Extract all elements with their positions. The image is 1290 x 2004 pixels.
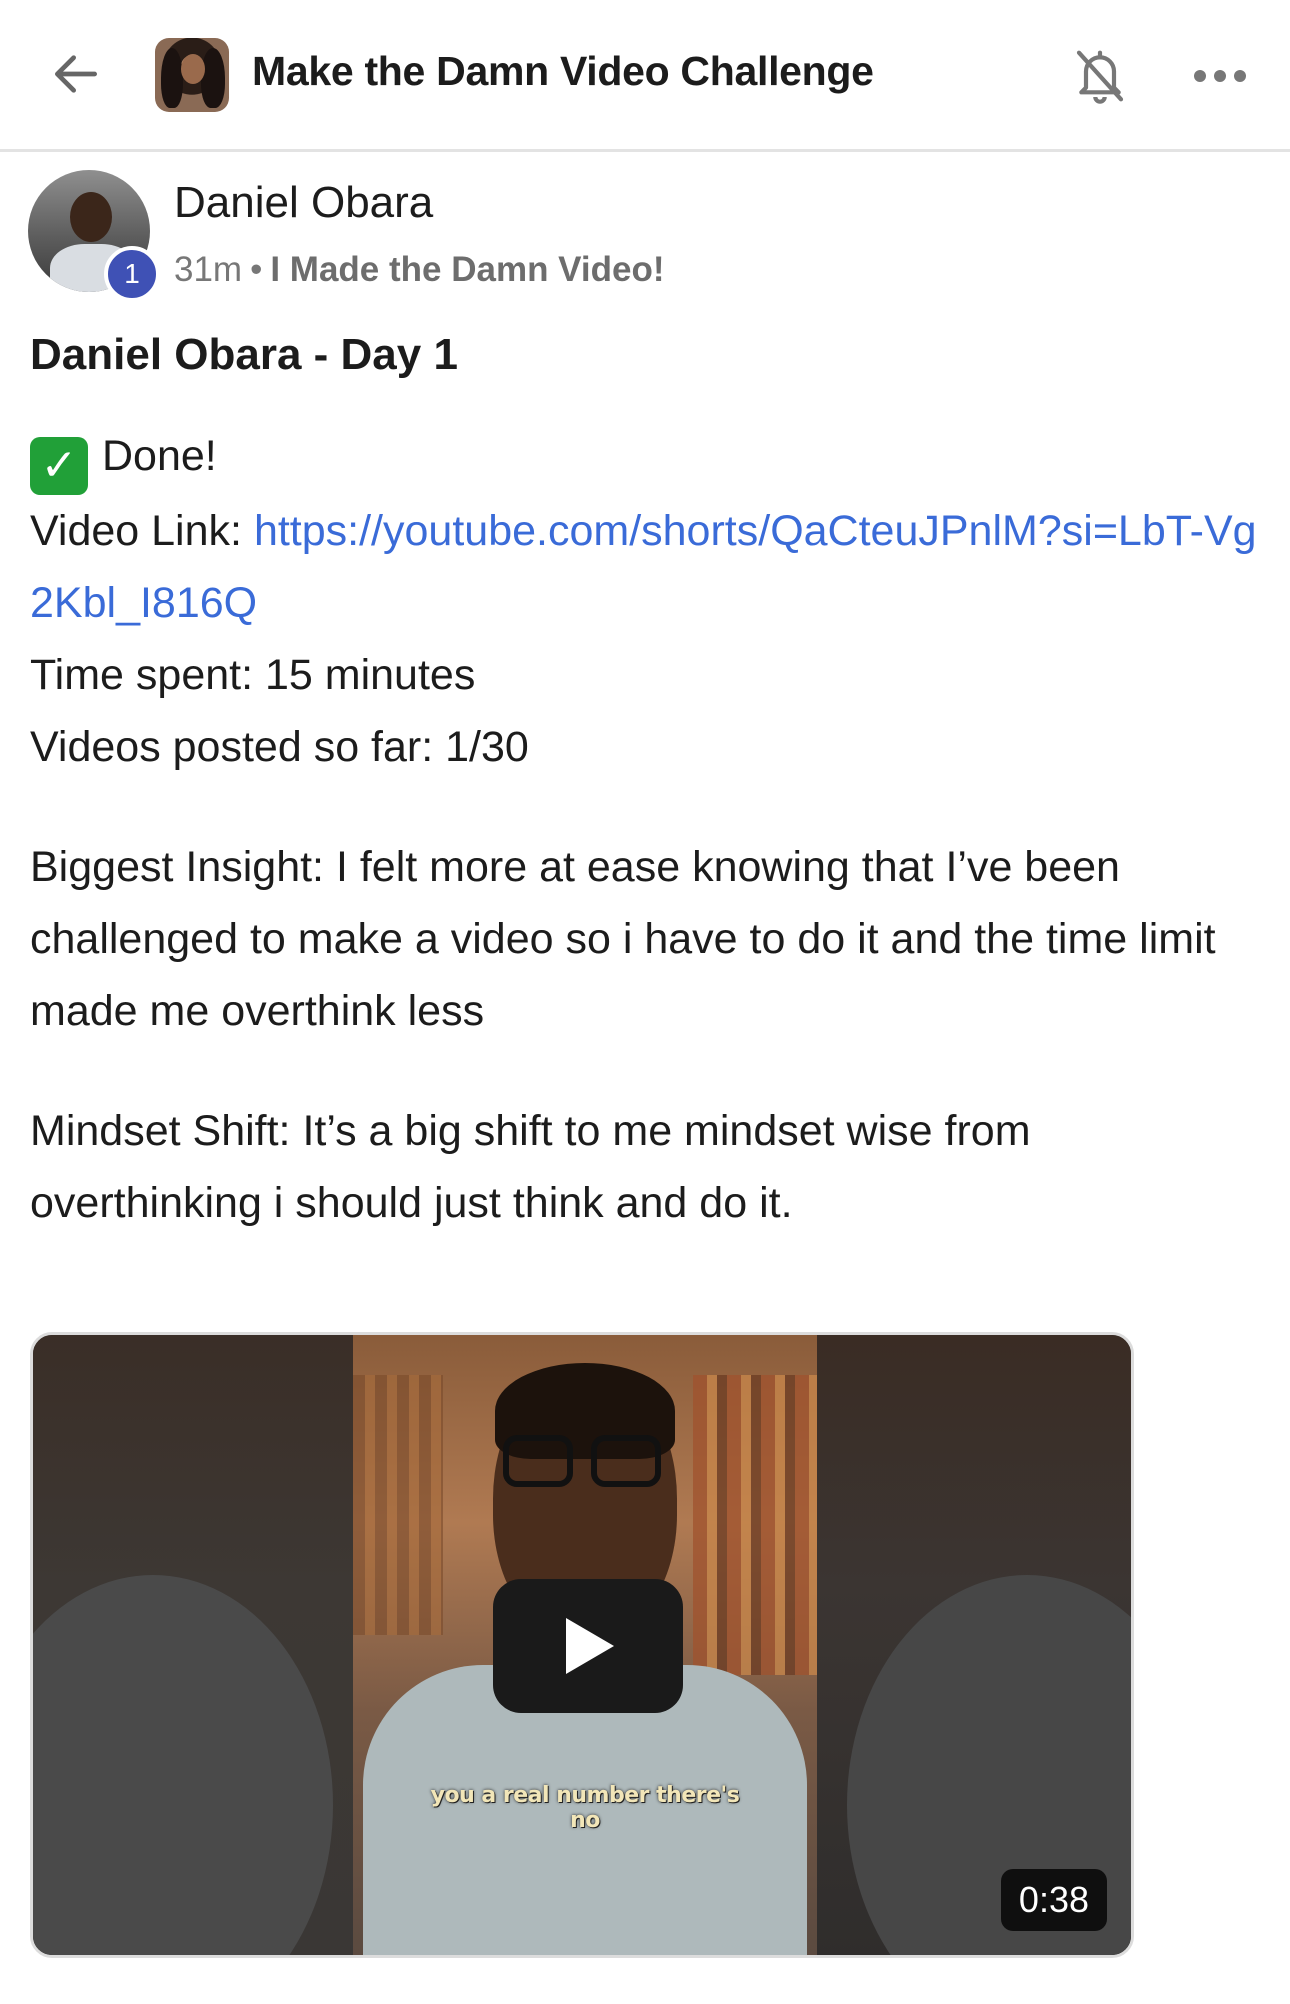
play-button[interactable] xyxy=(493,1579,683,1713)
group-title[interactable]: Make the Damn Video Challenge xyxy=(252,48,874,95)
video-blur-left xyxy=(33,1335,353,1955)
post-title: Daniel Obara - Day 1 xyxy=(30,330,458,379)
mindset-shift: Mindset Shift: It’s a big shift to me mi… xyxy=(30,1107,1031,1227)
video-duration: 0:38 xyxy=(1000,1869,1107,1931)
arrow-left-icon xyxy=(55,55,97,93)
post-time: 31m xyxy=(174,250,243,289)
video-caption: you a real number there's no xyxy=(430,1783,740,1833)
level-badge: 1 xyxy=(104,246,160,302)
video-link-label: Video Link: xyxy=(30,507,254,555)
group-avatar[interactable] xyxy=(155,38,229,112)
biggest-insight: Biggest Insight: I felt more at ease kno… xyxy=(30,843,1216,1035)
meta-separator: • xyxy=(250,250,263,289)
more-horizontal-icon xyxy=(1194,70,1246,82)
done-label: Done! xyxy=(102,432,217,480)
more-options-button[interactable] xyxy=(1180,36,1260,116)
video-link-line: Video Link: https://youtube.com/shorts/Q… xyxy=(30,495,1260,639)
time-spent: Time spent: 15 minutes xyxy=(30,651,476,699)
video-embed[interactable]: you a real number there's no 0:38 xyxy=(30,1332,1134,1958)
notifications-button[interactable] xyxy=(1064,36,1136,116)
top-bar: Make the Damn Video Challenge xyxy=(0,0,1290,152)
videos-posted: Videos posted so far: 1/30 xyxy=(30,723,529,771)
bell-off-icon xyxy=(1076,50,1124,104)
author-name[interactable]: Daniel Obara xyxy=(174,178,433,228)
post-body: ✓ Done! Video Link: https://youtube.com/s… xyxy=(30,420,1260,1239)
back-button[interactable] xyxy=(40,38,112,110)
post-category[interactable]: I Made the Damn Video! xyxy=(270,250,664,289)
check-mark-icon: ✓ xyxy=(30,437,88,495)
play-icon xyxy=(566,1618,614,1674)
video-blur-right xyxy=(817,1335,1131,1955)
post-meta: 31m • I Made the Damn Video! xyxy=(174,250,665,290)
done-line: ✓ Done! xyxy=(30,420,1260,495)
